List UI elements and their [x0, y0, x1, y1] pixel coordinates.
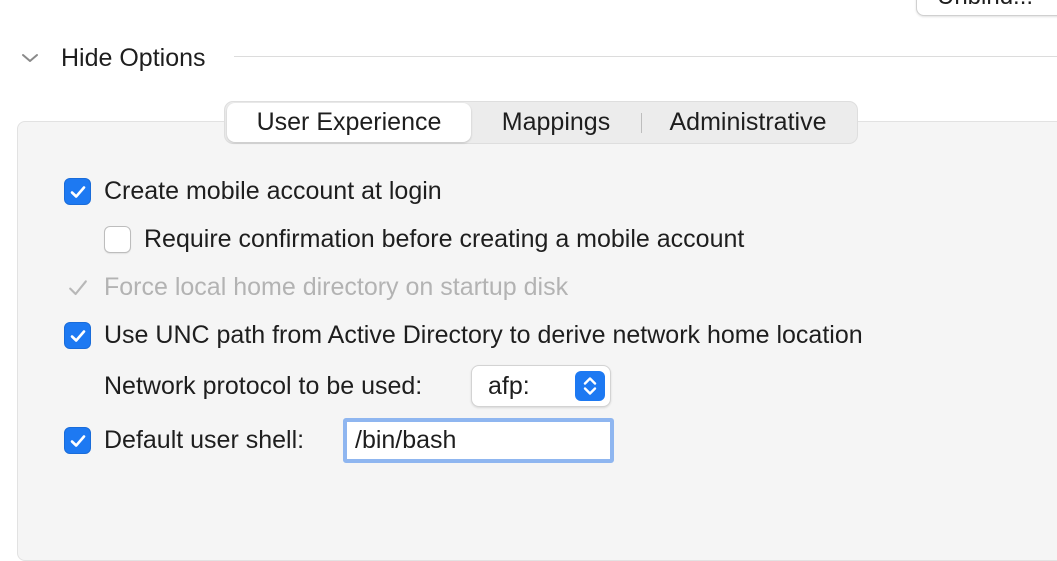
use-unc-path-checkbox[interactable]: [64, 322, 91, 349]
options-tab-bar: User Experience Mappings Administrative: [224, 101, 858, 144]
require-confirmation-label: Require confirmation before creating a m…: [144, 225, 745, 253]
network-protocol-select[interactable]: afp:: [471, 365, 611, 407]
hide-options-disclosure[interactable]: Hide Options: [18, 38, 206, 78]
hide-options-label: Hide Options: [61, 43, 206, 72]
require-confirmation-checkbox[interactable]: [104, 226, 131, 253]
network-protocol-value: afp:: [488, 372, 530, 400]
chevron-up-down-icon: [575, 371, 605, 401]
use-unc-path-label: Use UNC path from Active Directory to de…: [104, 321, 863, 349]
use-unc-path-row: Use UNC path from Active Directory to de…: [64, 321, 863, 350]
create-mobile-account-label: Create mobile account at login: [104, 177, 442, 205]
create-mobile-account-checkbox[interactable]: [64, 178, 91, 205]
default-shell-label: Default user shell:: [104, 426, 305, 454]
network-protocol-row: Network protocol to be used:: [104, 372, 422, 401]
checkmark-icon: [68, 279, 87, 295]
create-mobile-account-row: Create mobile account at login: [64, 177, 442, 206]
checkmark-icon: [70, 329, 85, 342]
force-local-home-row: Force local home directory on startup di…: [64, 273, 568, 302]
network-protocol-label: Network protocol to be used:: [104, 372, 423, 400]
tab-user-experience[interactable]: User Experience: [227, 103, 471, 142]
chevron-down-icon[interactable]: [18, 46, 42, 70]
default-shell-input[interactable]: [343, 418, 614, 463]
tab-mappings[interactable]: Mappings: [471, 102, 641, 143]
tab-administrative[interactable]: Administrative: [642, 102, 854, 143]
default-shell-checkbox[interactable]: [64, 427, 91, 454]
force-local-home-checkbox[interactable]: [64, 274, 91, 301]
checkmark-icon: [70, 185, 85, 198]
unbind-button[interactable]: Unbind...: [916, 0, 1057, 16]
checkmark-icon: [70, 434, 85, 447]
force-local-home-label: Force local home directory on startup di…: [104, 273, 569, 301]
default-shell-row: Default user shell:: [64, 426, 304, 455]
require-confirmation-row: Require confirmation before creating a m…: [104, 225, 744, 254]
section-divider: [234, 56, 1057, 57]
